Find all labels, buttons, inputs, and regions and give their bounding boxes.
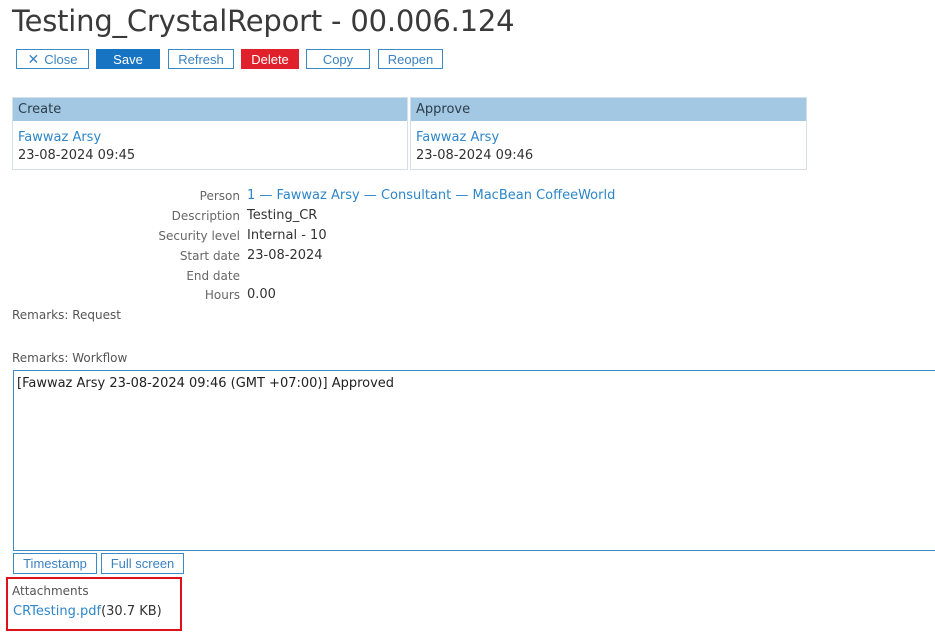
hours-value: 0.00: [247, 287, 276, 302]
security-level-label: Security level: [158, 229, 240, 243]
create-panel-header: Create: [13, 98, 407, 121]
attachment-file-size: (30.7 KB): [101, 604, 162, 619]
start-date-label: Start date: [179, 249, 240, 263]
approve-panel: Approve Fawwaz Arsy 23-08-2024 09:46: [410, 97, 807, 170]
remarks-request-label: Remarks: Request: [12, 308, 121, 322]
attachments-label: Attachments: [12, 584, 89, 598]
timestamp-button[interactable]: Timestamp: [13, 553, 97, 574]
approve-panel-header: Approve: [411, 98, 806, 121]
remarks-workflow-label: Remarks: Workflow: [12, 351, 128, 365]
full-screen-button[interactable]: Full screen: [101, 553, 184, 574]
person-link[interactable]: 1 — Fawwaz Arsy — Consultant — MacBean C…: [247, 188, 615, 203]
copy-button[interactable]: Copy: [306, 49, 370, 69]
close-button[interactable]: ✕ Close: [16, 49, 89, 69]
security-level-value: Internal - 10: [247, 228, 327, 243]
refresh-button[interactable]: Refresh: [168, 49, 234, 69]
attachment-file-link[interactable]: CRTesting.pdf: [13, 604, 101, 619]
save-button[interactable]: Save: [96, 49, 160, 69]
remarks-workflow-textarea[interactable]: [Fawwaz Arsy 23-08-2024 09:46 (GMT +07:0…: [13, 370, 935, 551]
reopen-button[interactable]: Reopen: [378, 49, 443, 69]
create-datetime: 23-08-2024 09:45: [18, 148, 136, 163]
hours-label: Hours: [204, 288, 240, 302]
end-date-label: End date: [186, 269, 240, 283]
create-panel: Create Fawwaz Arsy 23-08-2024 09:45: [12, 97, 408, 170]
close-icon: ✕: [27, 51, 40, 67]
description-label: Description: [171, 209, 240, 223]
description-value: Testing_CR: [247, 208, 318, 223]
create-user-link[interactable]: Fawwaz Arsy: [18, 130, 101, 145]
close-button-label: Close: [44, 51, 78, 67]
attachment-item: CRTesting.pdf(30.7 KB): [13, 604, 162, 619]
person-label: Person: [199, 189, 240, 203]
delete-button[interactable]: Delete: [241, 49, 299, 69]
start-date-value: 23-08-2024: [247, 248, 323, 263]
remarks-workflow-text: [Fawwaz Arsy 23-08-2024 09:46 (GMT +07:0…: [17, 376, 395, 391]
approve-datetime: 23-08-2024 09:46: [416, 148, 534, 163]
approve-user-link[interactable]: Fawwaz Arsy: [416, 130, 499, 145]
page-title: Testing_CrystalReport - 00.006.124: [12, 4, 515, 38]
